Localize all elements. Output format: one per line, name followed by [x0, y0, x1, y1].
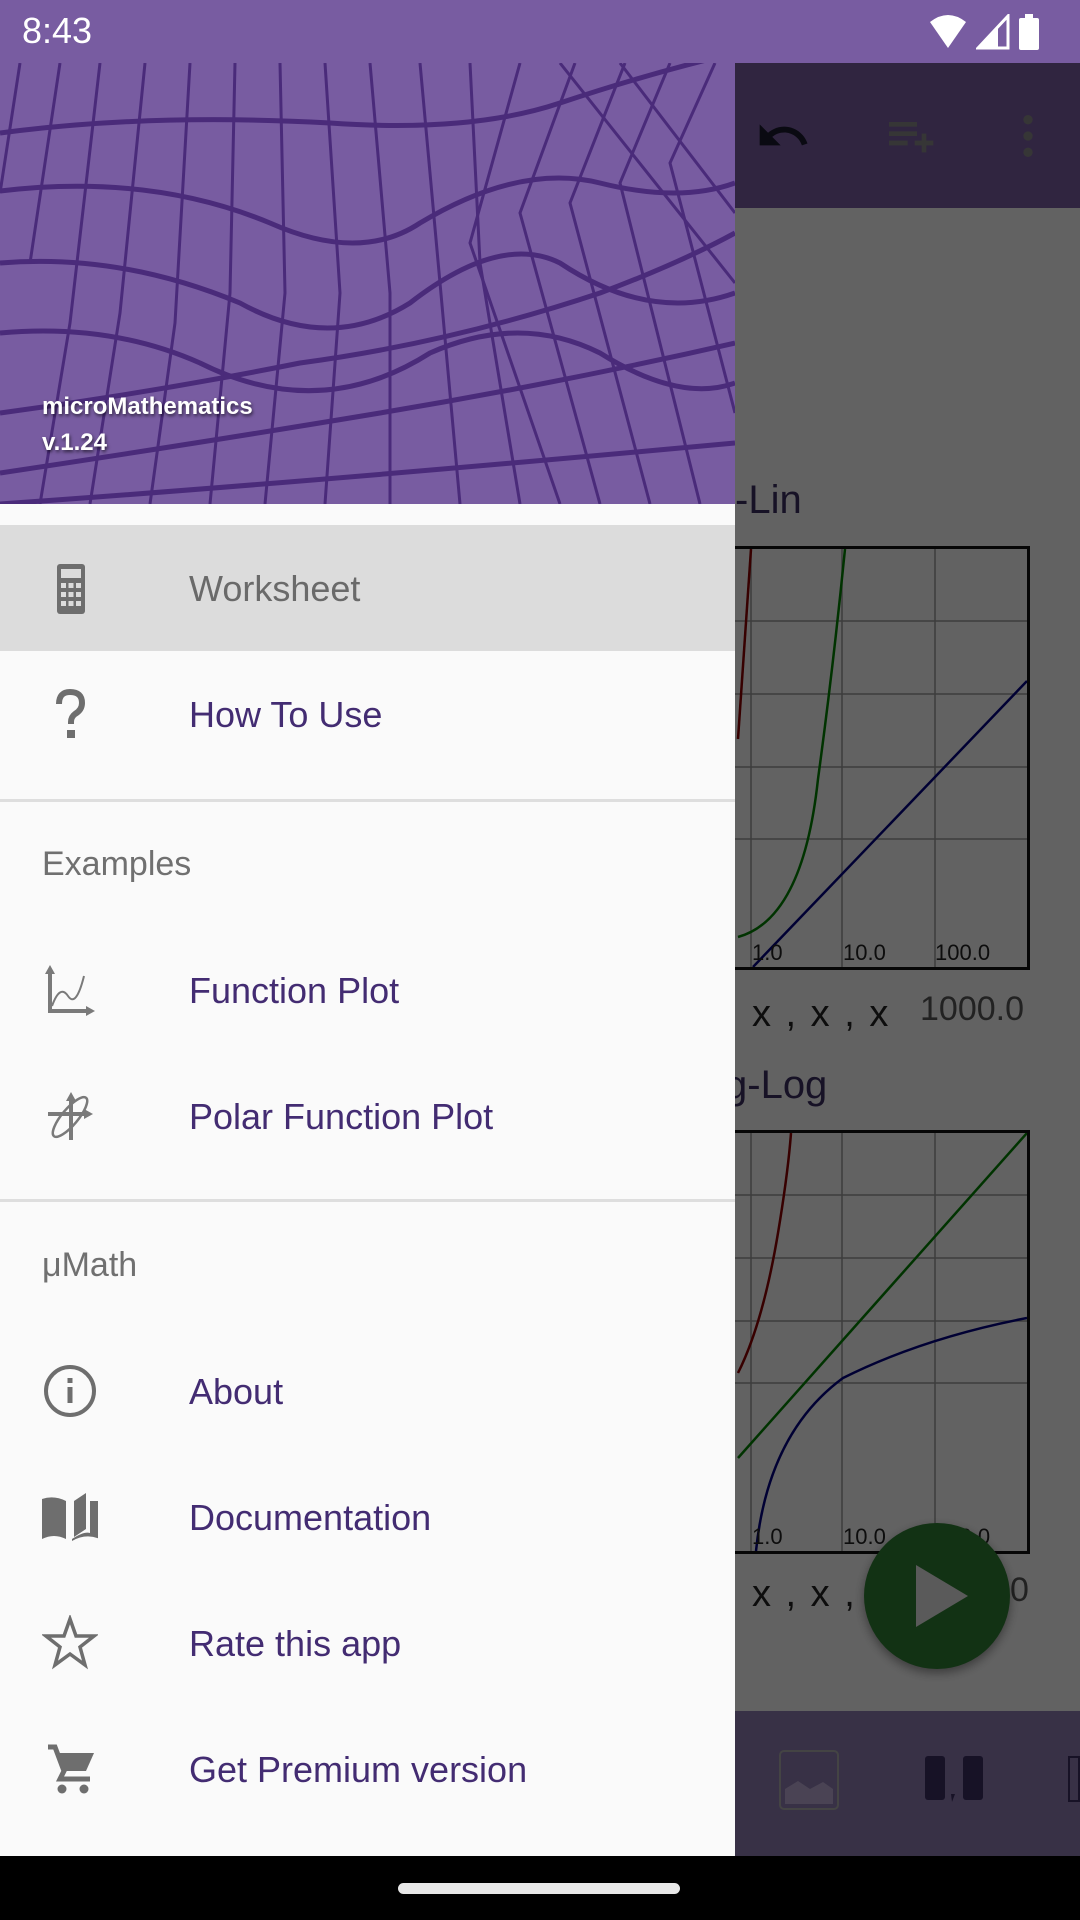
- polar-plot-icon: [48, 1092, 93, 1140]
- drawer-header: microMathematics v.1.24: [0, 63, 735, 504]
- drawer-item-polar-function-plot[interactable]: Polar Function Plot: [0, 1053, 735, 1179]
- help-icon: [56, 688, 86, 738]
- navigation-drawer: microMathematics v.1.24 Worksheet How To…: [0, 63, 735, 1856]
- status-bar: 8:43: [0, 0, 1080, 63]
- drawer-item-label: Get Premium version: [189, 1749, 528, 1790]
- status-icons: [928, 14, 1040, 50]
- drawer-item-label: Polar Function Plot: [189, 1096, 494, 1137]
- drawer-item-rate-app[interactable]: Rate this app: [0, 1580, 735, 1706]
- status-time: 8:43: [22, 10, 93, 51]
- drawer-item-about[interactable]: About: [0, 1328, 735, 1454]
- drawer-item-label: Worksheet: [189, 568, 361, 609]
- drawer-item-how-to-use[interactable]: How To Use: [0, 651, 735, 777]
- system-nav-bar: [0, 1856, 1080, 1920]
- drawer-item-label: Rate this app: [189, 1623, 402, 1664]
- section-header-umath: μMath: [42, 1246, 138, 1284]
- drawer-item-label: Function Plot: [189, 970, 400, 1011]
- function-plot-icon: [45, 965, 95, 1016]
- cart-icon: [48, 1744, 94, 1794]
- drawer-item-label: Documentation: [189, 1497, 432, 1538]
- book-icon: [42, 1493, 98, 1541]
- section-header-examples: Examples: [42, 845, 192, 883]
- battery-icon: [1019, 14, 1039, 50]
- drawer-item-label: About: [189, 1371, 284, 1412]
- drawer-item-get-premium[interactable]: Get Premium version: [0, 1706, 735, 1832]
- app-version: v.1.24: [42, 429, 107, 456]
- star-icon: [42, 1615, 98, 1670]
- home-gesture-handle[interactable]: [398, 1883, 680, 1894]
- app-name: microMathematics: [42, 393, 253, 420]
- header-mesh-background: [0, 63, 735, 504]
- divider: [0, 799, 735, 802]
- wifi-icon: [930, 15, 966, 48]
- calculator-icon: [57, 564, 85, 614]
- drawer-item-label: How To Use: [189, 694, 383, 735]
- info-icon: [44, 1365, 96, 1417]
- drawer-item-function-plot[interactable]: Function Plot: [0, 927, 735, 1053]
- signal-icon: [976, 14, 1010, 50]
- drawer-item-worksheet[interactable]: Worksheet: [0, 525, 735, 651]
- drawer-item-documentation[interactable]: Documentation: [0, 1454, 735, 1580]
- divider: [0, 1199, 735, 1202]
